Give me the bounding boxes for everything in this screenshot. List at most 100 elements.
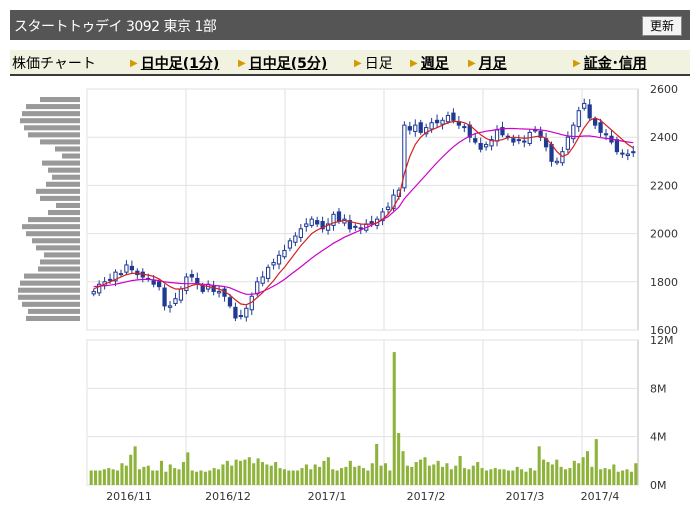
candle-body bbox=[298, 228, 303, 238]
volume-bar bbox=[94, 470, 98, 485]
candle-body bbox=[462, 126, 467, 129]
volume-profile-bar bbox=[52, 174, 80, 180]
volume-bar bbox=[291, 470, 295, 485]
candle-body bbox=[255, 281, 260, 295]
volume-profile-bar bbox=[55, 146, 80, 152]
volume-bar bbox=[181, 462, 185, 485]
stock-chart: 26002400220020001800160012M8M4M0M2016/11… bbox=[18, 83, 678, 503]
candle-body bbox=[582, 102, 587, 109]
volume-bar bbox=[168, 464, 172, 485]
candle-body bbox=[304, 223, 309, 227]
candle-body bbox=[178, 288, 184, 301]
volume-bar bbox=[445, 463, 449, 485]
volume-bar bbox=[515, 466, 519, 485]
volume-bar bbox=[458, 456, 462, 485]
volume-bar bbox=[594, 439, 598, 485]
volume-bar bbox=[146, 465, 150, 485]
candle-body bbox=[434, 119, 440, 124]
price-tick-label: 2400 bbox=[650, 131, 678, 144]
candle-body bbox=[260, 276, 265, 284]
volume-bar bbox=[300, 468, 304, 485]
volume-bar bbox=[480, 468, 484, 485]
candle-body bbox=[238, 315, 244, 318]
volume-profile-bar bbox=[24, 273, 80, 279]
volume-bar bbox=[542, 459, 546, 485]
candle-body bbox=[151, 280, 156, 285]
volume-bar bbox=[344, 466, 348, 485]
candle-body bbox=[418, 122, 423, 133]
volume-bar bbox=[528, 468, 532, 485]
volume-bar bbox=[265, 464, 269, 485]
volume-profile-bar bbox=[28, 132, 80, 138]
volume-profile-bar bbox=[28, 217, 80, 223]
volume-bar bbox=[353, 466, 357, 485]
volume-bar bbox=[203, 471, 207, 485]
candle-body bbox=[293, 235, 298, 243]
volume-bar bbox=[111, 469, 115, 485]
volume-tick-label: 12M bbox=[650, 334, 674, 347]
volume-bar bbox=[379, 465, 383, 485]
volume-profile-bar bbox=[62, 153, 80, 159]
candle-body bbox=[549, 143, 554, 162]
volume-profile-bar bbox=[18, 287, 80, 293]
volume-bar bbox=[419, 459, 423, 485]
volume-bar bbox=[414, 462, 418, 485]
volume-bar bbox=[621, 470, 625, 485]
volume-tick-label: 4M bbox=[650, 431, 667, 444]
volume-bar bbox=[199, 470, 203, 485]
candle-body bbox=[522, 140, 527, 143]
volume-profile-bar bbox=[42, 160, 80, 166]
volume-bar bbox=[177, 469, 181, 485]
volume-bar bbox=[225, 460, 229, 485]
candle-body bbox=[445, 115, 451, 123]
volume-profile-bar bbox=[40, 195, 80, 201]
volume-bar bbox=[436, 460, 440, 485]
volume-bar bbox=[467, 469, 471, 485]
volume-bar bbox=[581, 457, 585, 485]
volume-bar bbox=[313, 464, 317, 485]
volume-bar bbox=[383, 463, 387, 485]
x-tick-label: 2017/4 bbox=[581, 490, 620, 503]
volume-bar bbox=[124, 465, 128, 485]
volume-bar bbox=[173, 468, 177, 485]
volume-bar bbox=[287, 470, 291, 485]
volume-bar bbox=[102, 469, 106, 485]
volume-bar bbox=[98, 470, 102, 485]
volume-bar bbox=[278, 468, 282, 485]
volume-bar bbox=[550, 464, 554, 485]
volume-bar bbox=[616, 471, 620, 485]
volume-bar bbox=[361, 468, 366, 485]
volume-bar bbox=[326, 457, 330, 485]
volume-bar bbox=[340, 468, 344, 485]
volume-bar bbox=[238, 460, 243, 485]
price-tick-label: 2600 bbox=[650, 83, 678, 96]
candle-body bbox=[336, 211, 342, 223]
candle-body bbox=[587, 104, 592, 119]
volume-bar bbox=[155, 470, 159, 485]
candle-body bbox=[407, 126, 412, 131]
candle-body bbox=[315, 220, 320, 225]
candle-body bbox=[511, 138, 516, 143]
volume-bar bbox=[304, 464, 308, 485]
volume-profile-bar bbox=[44, 252, 80, 258]
x-tick-label: 2016/11 bbox=[106, 490, 152, 503]
volume-bar bbox=[370, 463, 374, 485]
volume-profile-bar bbox=[22, 301, 80, 307]
x-tick-label: 2017/1 bbox=[308, 490, 347, 503]
candle-body bbox=[554, 160, 560, 164]
volume-profile-bar bbox=[48, 167, 80, 173]
volume-bar bbox=[366, 470, 370, 485]
volume-bar bbox=[590, 466, 594, 485]
x-tick-label: 2017/3 bbox=[506, 490, 545, 503]
candle-body bbox=[287, 240, 293, 249]
volume-profile-bar bbox=[48, 210, 80, 216]
candle-body bbox=[494, 129, 500, 142]
volume-bar bbox=[116, 470, 120, 485]
volume-bar bbox=[625, 469, 629, 485]
candle-body bbox=[118, 273, 124, 276]
volume-bar bbox=[498, 469, 502, 485]
volume-bar bbox=[282, 469, 286, 485]
volume-bar bbox=[401, 451, 405, 485]
volume-profile-bar bbox=[32, 238, 80, 244]
candle-body bbox=[483, 143, 489, 148]
